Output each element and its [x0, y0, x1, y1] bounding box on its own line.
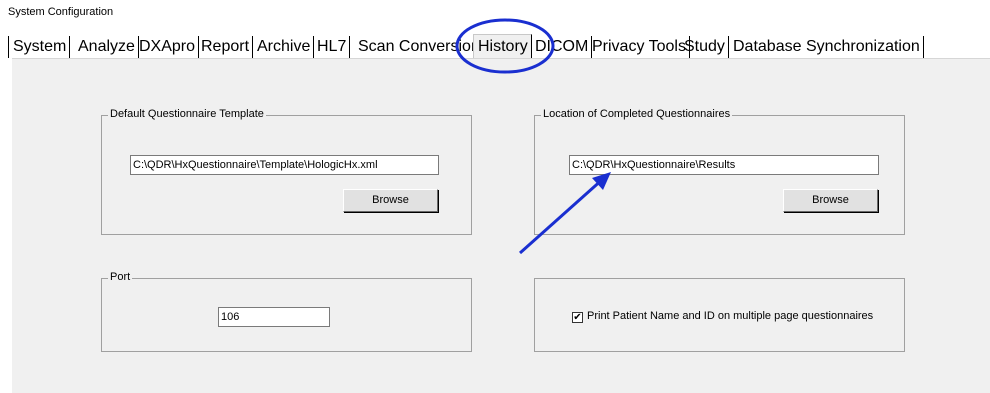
location-path-field[interactable]: C:\QDR\HxQuestionnaire\Results: [569, 155, 879, 175]
print-patient-checkbox[interactable]: ✔: [572, 312, 583, 323]
tab-privacy-tools[interactable]: Privacy Tools: [588, 36, 690, 58]
tab-system[interactable]: System: [8, 36, 71, 58]
window-title: System Configuration: [8, 6, 114, 18]
history-tab-panel: Default Questionnaire Template C:\QDR\Hx…: [12, 58, 990, 393]
location-browse-button[interactable]: Browse: [783, 189, 878, 212]
print-options-group: ✔ Print Patient Name and ID on multiple …: [534, 278, 905, 352]
port-group: Port 106: [101, 271, 472, 352]
location-group-legend: Location of Completed Questionnaires: [541, 108, 733, 120]
tab-strip: System Analyze DXApro Report Archive HL7…: [4, 30, 990, 60]
tab-dxapro[interactable]: DXApro: [135, 36, 200, 58]
tab-dicom[interactable]: DICOM: [531, 36, 593, 58]
tab-archive[interactable]: Archive: [253, 36, 315, 58]
tab-history[interactable]: History: [473, 34, 532, 60]
print-patient-checkbox-label: Print Patient Name and ID on multiple pa…: [587, 310, 874, 322]
template-group-legend: Default Questionnaire Template: [108, 108, 266, 120]
port-group-legend: Port: [108, 271, 133, 283]
tab-study[interactable]: Study: [680, 36, 729, 58]
tab-report[interactable]: Report: [197, 36, 254, 58]
tab-database-synchronization[interactable]: Database Synchronization: [729, 36, 924, 58]
tab-hl7[interactable]: HL7: [313, 36, 351, 58]
tab-analyze[interactable]: Analyze: [74, 36, 139, 58]
tab-scan-conversion[interactable]: Scan Conversion: [354, 36, 484, 58]
template-group: Default Questionnaire Template C:\QDR\Hx…: [101, 108, 472, 235]
template-browse-button[interactable]: Browse: [343, 189, 438, 212]
location-group: Location of Completed Questionnaires C:\…: [534, 108, 905, 235]
port-field[interactable]: 106: [218, 307, 330, 327]
template-path-field[interactable]: C:\QDR\HxQuestionnaire\Template\HologicH…: [130, 155, 439, 175]
